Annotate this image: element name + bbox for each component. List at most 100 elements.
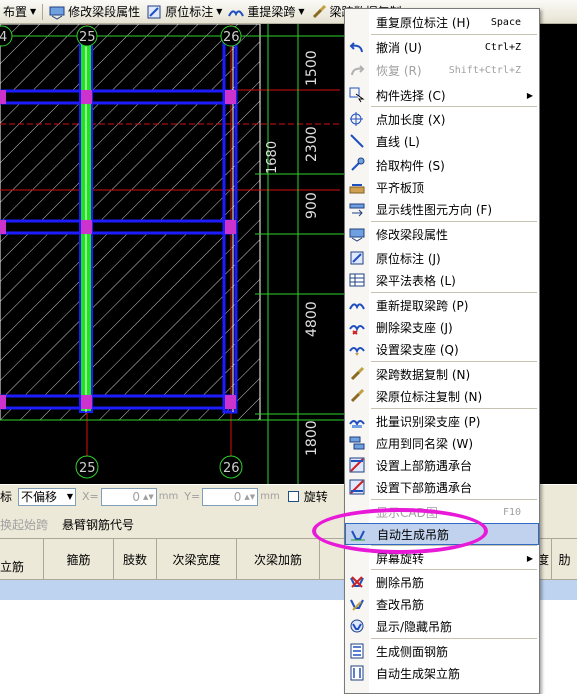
menu-separator <box>371 499 537 500</box>
menu-item[interactable]: 设置上部筋遇承台 <box>345 454 539 476</box>
menu-item[interactable]: 设置梁支座 (Q) <box>345 338 539 360</box>
delete-support-icon <box>349 325 365 335</box>
menu-item[interactable]: 删除吊筋 <box>345 571 539 593</box>
support-joint <box>0 395 6 409</box>
menu-item[interactable]: 应用到同名梁 (W) <box>345 432 539 454</box>
menu-item[interactable]: 屏幕旋转 ▶ <box>345 547 539 569</box>
chevron-down-icon: ▼ <box>298 7 305 16</box>
support-joint <box>0 220 6 234</box>
undo-icon <box>349 42 363 53</box>
tab-cantilever-code[interactable]: 悬臂钢筋代号 <box>62 516 134 533</box>
menu-item[interactable]: 梁平法表格 (L) <box>345 269 539 291</box>
menu-item[interactable]: 设置下部筋遇承台 <box>345 476 539 498</box>
col-header: 次梁加筋 <box>237 539 320 580</box>
erection-rebar-icon <box>350 665 364 681</box>
x-unit: mm <box>158 491 179 502</box>
col-header: 肢数 <box>114 539 157 580</box>
inplace-annotation-label: 原位标注 <box>165 5 214 19</box>
menu-item-label: 屏幕旋转 <box>376 551 425 566</box>
menu-separator <box>371 106 537 107</box>
menu-item[interactable]: 点加长度 (X) <box>345 108 539 130</box>
menu-item[interactable]: 删除梁支座 (J) <box>345 316 539 338</box>
menu-item[interactable]: 批量识别梁支座 (P) <box>345 410 539 432</box>
menu-item[interactable]: 梁跨数据复制 (N) <box>345 363 539 385</box>
menu-item-shortcut: Space <box>490 16 521 28</box>
menu-item-label: 撤消 (U) <box>376 40 422 55</box>
menu-item-label: 应用到同名梁 (W) <box>376 436 474 451</box>
spin-icon: ▲▼ <box>244 492 256 501</box>
menu-item[interactable]: 显示线性图元方向 (F) <box>345 198 539 220</box>
inplace-annotation-button[interactable]: 原位标注 ▼ <box>143 2 225 22</box>
reextract-span-icon <box>349 303 365 310</box>
menu-item[interactable]: 原位标注 (J) <box>345 247 539 269</box>
menu-item-label: 删除梁支座 (J) <box>376 320 453 335</box>
y-input[interactable]: 0 ▲▼ <box>202 487 259 506</box>
menu-item-label: 直线 (L) <box>376 134 420 149</box>
x-value: 0 <box>132 489 140 504</box>
bottom-rebar-icon <box>349 479 365 495</box>
beam-property-icon <box>49 6 65 20</box>
menu-separator <box>371 34 537 35</box>
menu-item-label: 梁跨数据复制 (N) <box>376 367 471 382</box>
menu-item-label: 原位标注 (J) <box>376 251 441 266</box>
menu-item[interactable]: 重新提取梁跨 (P) <box>345 294 539 316</box>
support-joint <box>225 90 236 104</box>
menu-item[interactable]: 显示/隐藏吊筋 <box>345 615 539 637</box>
menu-item-label: 显示/隐藏吊筋 <box>376 619 453 634</box>
toggle-hanger-icon <box>350 619 364 633</box>
canvas-right-strip <box>540 24 577 484</box>
menu-item-label: 重复原位标注 (H) <box>376 15 471 30</box>
menu-separator <box>371 221 537 222</box>
menu-item-label: 点加长度 (X) <box>376 112 446 127</box>
menu-item[interactable]: 平齐板顶 <box>345 176 539 198</box>
menu-separator <box>371 638 537 639</box>
menu-item-label: 自动生成架立筋 <box>376 666 461 681</box>
menu-item[interactable]: 重复原位标注 (H) Space <box>345 11 539 33</box>
line-icon <box>350 134 364 148</box>
reextract-span-button[interactable]: 重提梁跨 ▼ <box>225 2 307 22</box>
col-header: 次梁宽度 <box>157 539 237 580</box>
tab-switch-start-span[interactable]: 换起始跨 <box>0 516 48 533</box>
reextract-span-label: 重提梁跨 <box>247 5 296 19</box>
menu-item[interactable]: 直线 (L) <box>345 130 539 152</box>
menu-item[interactable]: 修改梁段属性 <box>345 223 539 245</box>
support-joint <box>225 220 236 234</box>
menu-item-label: 设置下部筋遇承台 <box>376 480 473 495</box>
toolbar-layout-menu[interactable]: 布置 ▼ <box>0 2 39 22</box>
menu-item[interactable]: 构件选择 (C) ▶ <box>345 84 539 106</box>
beam-horizontal <box>0 219 234 235</box>
reextract-span-icon <box>228 9 245 16</box>
menu-item[interactable]: 查改吊筋 <box>345 593 539 615</box>
beam-property-icon <box>349 228 365 242</box>
menu-item-label: 查改吊筋 <box>376 597 425 612</box>
menu-item-label: 恢复 (R) <box>376 63 422 78</box>
offset-mode-select[interactable]: 不偏移 ▼ <box>18 487 77 506</box>
modify-beam-property-button[interactable]: 修改梁段属性 <box>46 2 143 22</box>
modify-beam-property-label: 修改梁段属性 <box>68 5 141 19</box>
toolbar-layout-label: 布置 <box>3 5 28 19</box>
rotate-checkbox[interactable] <box>287 491 299 502</box>
brush-icon <box>350 388 365 403</box>
y-unit: mm <box>260 491 280 502</box>
set-support-icon <box>349 347 365 356</box>
col-header: 立筋 <box>0 539 44 580</box>
menu-item[interactable]: 生成侧面钢筋 <box>345 640 539 662</box>
axis-label-bottom: 25 <box>79 461 96 476</box>
menu-item[interactable]: 自动生成架立筋 <box>345 662 539 684</box>
menu-item[interactable]: 梁原位标注复制 (N) <box>345 385 539 407</box>
x-label: X= <box>82 490 99 503</box>
side-rebar-icon <box>350 643 364 659</box>
menu-item: 显示CAD图 F10 <box>345 501 539 523</box>
menu-item-shortcut: Ctrl+Z <box>484 41 521 53</box>
dimension-text: 1680 <box>265 141 280 174</box>
select-icon <box>349 87 365 103</box>
menu-item-label: 平齐板顶 <box>376 180 425 195</box>
menu-item-label: 梁原位标注复制 (N) <box>376 389 483 404</box>
menu-item[interactable]: 自动生成吊筋 <box>345 523 539 545</box>
menu-item-label: 设置梁支座 (Q) <box>376 342 459 357</box>
menu-item[interactable]: 撤消 (U) Ctrl+Z <box>345 36 539 58</box>
menu-item[interactable]: 拾取构件 (S) <box>345 154 539 176</box>
x-input[interactable]: 0 ▲▼ <box>100 487 157 506</box>
coord-label: 标 <box>0 490 13 504</box>
menu-item-label: 修改梁段属性 <box>376 227 449 242</box>
